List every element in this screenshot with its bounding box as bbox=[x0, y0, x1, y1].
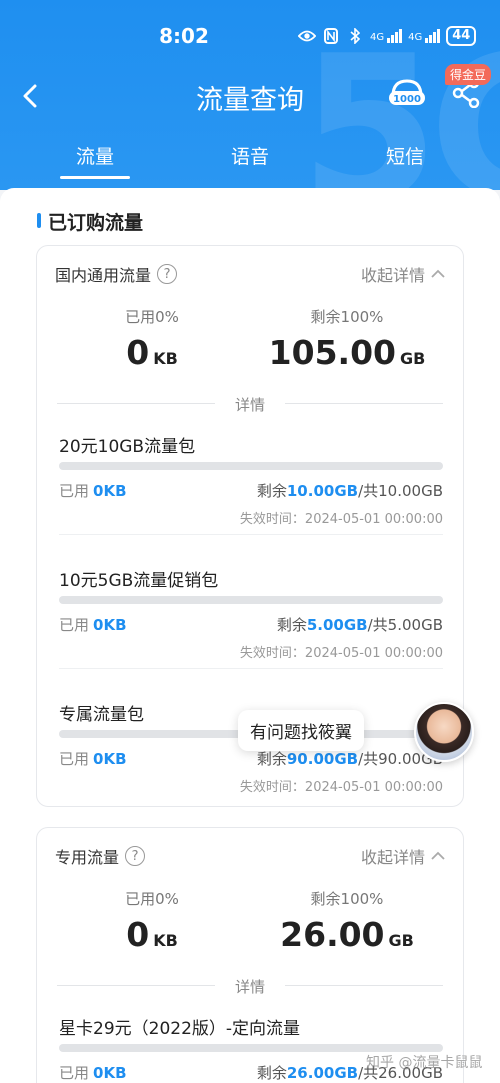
status-icons: 4G 4G 44 bbox=[298, 26, 477, 46]
header: 5G 8:02 4G 4G 44 bbox=[0, 0, 500, 190]
details-divider: 详情 bbox=[57, 976, 443, 996]
customer-service-button[interactable]: 1000 bbox=[388, 78, 426, 112]
bluetooth-icon bbox=[346, 27, 364, 45]
signal-icon: 4G bbox=[408, 29, 441, 43]
tab-voice[interactable]: 语音 bbox=[190, 142, 310, 169]
tab-sms[interactable]: 短信 bbox=[345, 142, 465, 169]
section-marker bbox=[37, 213, 41, 228]
signal-icon: 4G bbox=[370, 29, 403, 43]
remain-summary: 剩余100% 105.00 GB bbox=[268, 308, 426, 372]
eye-icon bbox=[298, 27, 316, 45]
usage-bar bbox=[59, 1044, 443, 1052]
remain-summary: 剩余100% 26.00 GB bbox=[280, 890, 414, 954]
details-divider: 详情 bbox=[57, 394, 443, 414]
nfc-icon bbox=[322, 27, 340, 45]
package-item: 星卡29元（2022版）-定向流量 已用 0KB 剩余26.00GB/共26.00… bbox=[59, 1019, 443, 1082]
tab-bar: 流量 语音 短信 bbox=[0, 142, 500, 182]
chevron-up-icon bbox=[431, 269, 445, 278]
used-summary: 已用0% 0 KB bbox=[125, 890, 179, 954]
tab-traffic[interactable]: 流量 bbox=[35, 142, 155, 169]
help-icon[interactable]: ? bbox=[125, 846, 146, 866]
collapse-details-button[interactable]: 收起详情 bbox=[361, 262, 445, 286]
usage-bar bbox=[59, 596, 443, 604]
assistant-avatar[interactable] bbox=[414, 702, 474, 762]
status-bar: 8:02 4G 4G 44 bbox=[0, 22, 500, 52]
chevron-up-icon bbox=[431, 851, 445, 860]
dedicated-traffic-card: 专用流量 ? 收起详情 已用0% 0 KB 剩余100% 26.00 GB 详情 星… bbox=[36, 827, 464, 1083]
active-tab-indicator bbox=[60, 176, 130, 179]
svg-text:1000: 1000 bbox=[393, 94, 421, 105]
package-item: 10元5GB流量促销包 已用 0KB 剩余5.00GB/共5.00GB 失效时间：… bbox=[59, 566, 443, 669]
nav-bar: 流量查询 1000 bbox=[0, 70, 500, 122]
used-summary: 已用0% 0 KB bbox=[125, 308, 179, 372]
battery-indicator: 44 bbox=[446, 26, 477, 46]
card-title: 国内通用流量 ? bbox=[55, 262, 178, 286]
collapse-details-button[interactable]: 收起详情 bbox=[361, 844, 445, 868]
assistant-bubble[interactable]: 有问题找筱翼 bbox=[238, 710, 364, 751]
section-title: 已订购流量 bbox=[48, 212, 144, 234]
help-icon[interactable]: ? bbox=[157, 264, 178, 284]
main-content: 已订购流量 国内通用流量 ? 收起详情 已用0% 0 KB 剩余100% 105.… bbox=[0, 188, 500, 1083]
coin-badge[interactable]: 得金豆 bbox=[445, 64, 492, 85]
card-title: 专用流量 ? bbox=[55, 844, 146, 868]
watermark: 知乎 @流量卡鼠鼠 bbox=[366, 1055, 483, 1071]
usage-bar bbox=[59, 462, 443, 470]
headset-icon: 1000 bbox=[389, 79, 425, 105]
package-item: 20元10GB流量包 已用 0KB 剩余10.00GB/共10.00GB 失效时间… bbox=[59, 432, 443, 535]
